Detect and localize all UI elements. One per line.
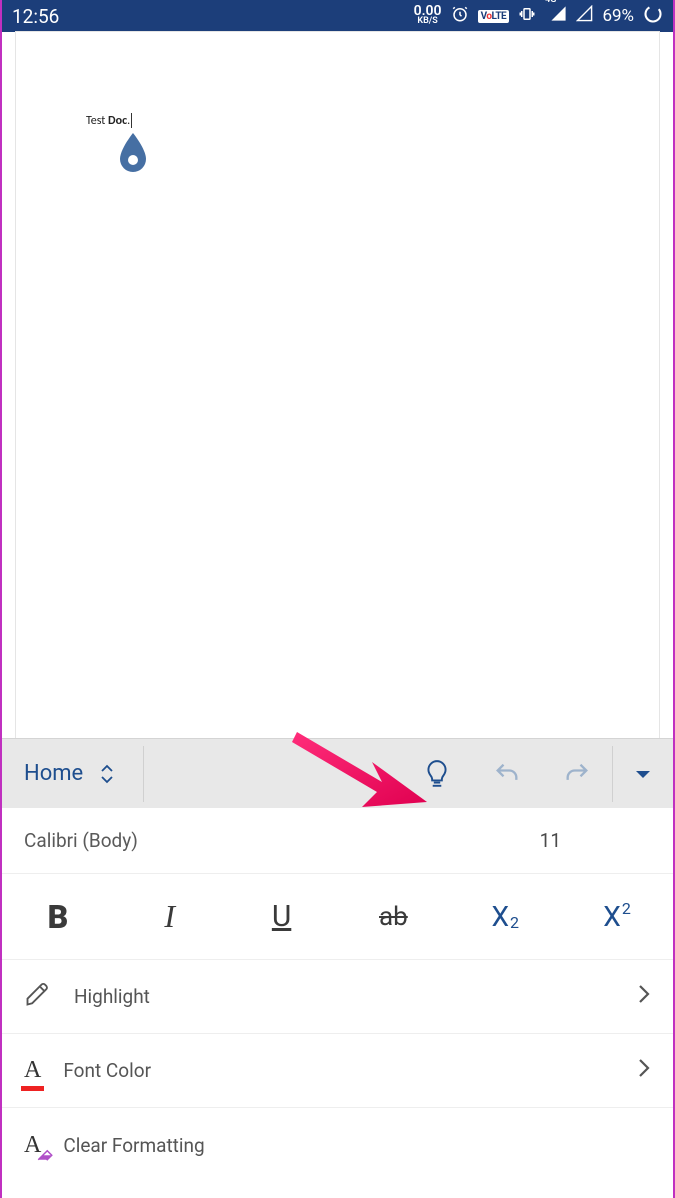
signal-empty-icon (576, 5, 593, 27)
highlight-row[interactable]: Highlight (2, 960, 673, 1034)
highlight-icon (24, 980, 52, 1013)
home-panel: Calibri (Body) 11 B I U ab X2 X2 Highlig… (2, 808, 673, 1198)
font-color-label: Font Color (63, 1059, 151, 1082)
bold-button[interactable]: B (2, 874, 114, 959)
vibrate-icon (518, 5, 536, 28)
strikethrough-button[interactable]: ab (337, 874, 449, 959)
document-text[interactable]: Test Doc. (86, 114, 132, 128)
status-data-rate: 0.00 KB/S (414, 6, 442, 26)
italic-button[interactable]: I (114, 874, 226, 959)
undo-button[interactable] (472, 739, 542, 809)
ribbon-tab-selector[interactable]: Home (2, 739, 137, 808)
ribbon-collapse-button[interactable] (613, 739, 673, 809)
text-cursor (131, 113, 132, 128)
font-color-icon: A (24, 1057, 41, 1084)
highlight-label: Highlight (74, 985, 150, 1008)
underline-button[interactable]: U (226, 874, 338, 959)
doc-text-tail: . (127, 114, 130, 128)
document-page[interactable]: Test Doc. (16, 32, 659, 738)
alarm-icon (451, 5, 469, 28)
document-canvas[interactable]: Test Doc. (2, 32, 673, 738)
doc-text-plain: Test (86, 114, 108, 128)
chevron-right-icon (637, 983, 651, 1010)
doc-text-bold: Doc (108, 114, 127, 128)
volte-icon: VoLTE (478, 10, 510, 23)
superscript-button[interactable]: X2 (561, 874, 673, 959)
font-color-row[interactable]: A Font Color (2, 1034, 673, 1108)
signal-icon (550, 5, 567, 27)
battery-percent: 69% (602, 6, 634, 26)
clear-formatting-icon: A (24, 1132, 41, 1159)
redo-button[interactable] (542, 739, 612, 809)
font-name-select[interactable]: Calibri (Body) (24, 829, 138, 852)
chevron-right-icon (637, 1057, 651, 1084)
font-size-select[interactable]: 11 (540, 829, 561, 852)
ribbon-bar: Home (2, 738, 673, 808)
text-format-row: B I U ab X2 X2 (2, 874, 673, 960)
cursor-handle[interactable] (118, 133, 148, 179)
clear-formatting-label: Clear Formatting (63, 1134, 204, 1157)
subscript-button[interactable]: X2 (449, 874, 561, 959)
font-row: Calibri (Body) 11 (2, 808, 673, 874)
status-bar: 12:56 0.00 KB/S VoLTE 4G 69% (2, 0, 673, 32)
status-time: 12:56 (12, 5, 59, 28)
tell-me-button[interactable] (402, 739, 472, 809)
ribbon-tab-label: Home (24, 761, 83, 786)
clear-formatting-row[interactable]: A Clear Formatting (2, 1108, 673, 1182)
chevron-updown-icon (99, 763, 115, 785)
battery-spinner-icon (643, 4, 663, 29)
